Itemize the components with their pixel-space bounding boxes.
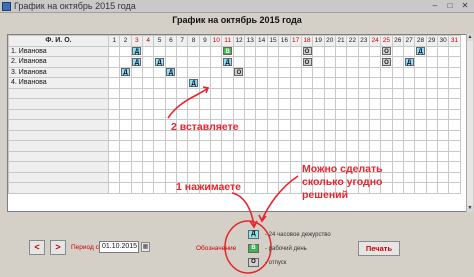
legend-duty-text: - 24 часовое дежурство [265, 232, 331, 238]
annotation-arrows [167, 86, 299, 274]
period-date-input[interactable]: 01.10.2015 [99, 241, 139, 253]
legend-workday-text: - рабочий день [265, 246, 307, 252]
calendar-icon[interactable]: ▦ [141, 242, 150, 252]
legend-workday-button[interactable]: В [248, 244, 259, 253]
period-label: Период с [71, 244, 99, 251]
annotation-any: Можно сделать сколько угодно решений [302, 163, 383, 201]
legend-duty-button[interactable]: Д [248, 230, 259, 239]
print-button[interactable]: Печать [358, 241, 400, 256]
prev-month-button[interactable]: < [29, 240, 45, 255]
legend-title: Обозначение [196, 245, 237, 252]
legend-vacation-text: - отпуск [265, 260, 287, 266]
next-month-button[interactable]: > [50, 240, 66, 255]
annotation-insert: 2 вставляете [171, 121, 239, 133]
legend-vacation-button[interactable]: О [248, 258, 259, 267]
annotation-press: 1 нажимаете [176, 181, 241, 193]
